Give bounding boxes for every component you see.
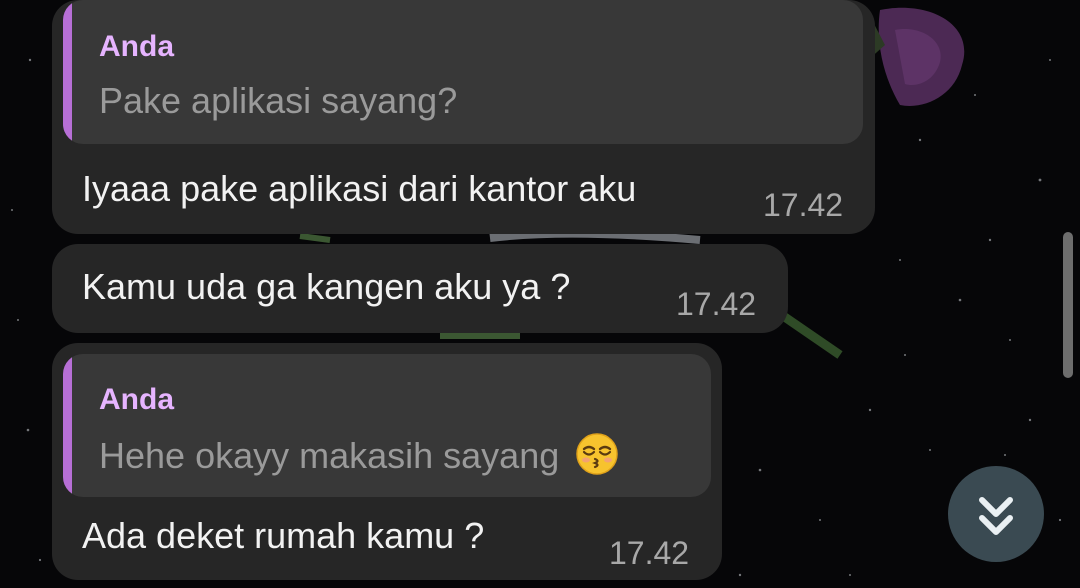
kissing-face-closed-eyes-icon [576, 433, 619, 475]
reply-quote[interactable]: Anda Hehe okayy makasih sayang [63, 354, 711, 497]
quote-sender-name: Anda [99, 383, 174, 416]
quote-accent-bar [63, 0, 72, 144]
message-text: Iyaaa pake aplikasi dari kantor aku [82, 168, 637, 209]
message-bubble[interactable]: Anda Hehe okayy makasih sayang Ada deket… [52, 343, 722, 580]
message-timestamp: 17.42 [763, 187, 844, 223]
quote-text: Hehe okayy makasih sayang [99, 432, 619, 477]
scrollbar-thumb[interactable] [1063, 232, 1073, 378]
scroll-down-button[interactable] [948, 466, 1044, 562]
quote-text: Pake aplikasi sayang? [99, 80, 458, 121]
double-chevron-down-icon [979, 497, 1013, 535]
reply-quote[interactable]: Anda Pake aplikasi sayang? [63, 0, 863, 144]
message-bubble[interactable]: Kamu uda ga kangen aku ya ? 17.42 [52, 244, 788, 333]
message-bubble[interactable]: Anda Pake aplikasi sayang? Iyaaa pake ap… [52, 0, 875, 234]
message-text: Ada deket rumah kamu ? [82, 515, 485, 556]
message-timestamp: 17.42 [676, 286, 757, 322]
message-text: Kamu uda ga kangen aku ya ? [82, 266, 571, 307]
quote-accent-bar [63, 354, 72, 497]
quote-sender-name: Anda [99, 30, 174, 63]
message-timestamp: 17.42 [609, 535, 690, 571]
quote-text-label: Hehe okayy makasih sayang [99, 435, 560, 476]
